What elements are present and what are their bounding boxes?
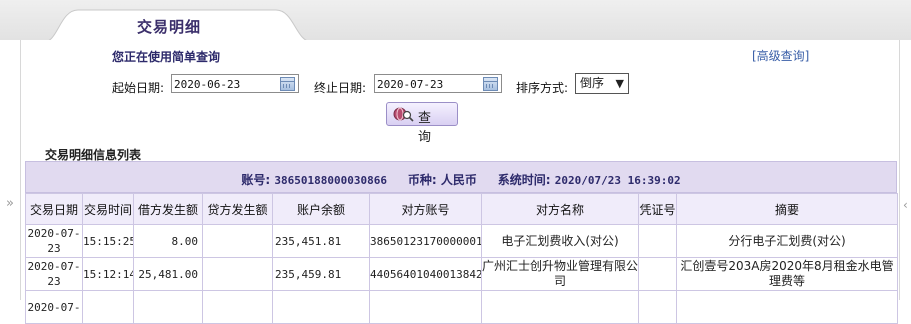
- col-header-voucher[interactable]: 凭证号: [638, 193, 677, 225]
- query-button[interactable]: 查 询: [386, 102, 458, 145]
- cell-date: 2020-07-23: [25, 224, 83, 258]
- col-header-summary[interactable]: 摘要: [676, 193, 898, 225]
- cell-debit: 8.00: [133, 224, 203, 258]
- expand-arrow-icon[interactable]: ‹: [903, 198, 908, 212]
- currency-label: 币种:: [407, 173, 437, 187]
- sort-select[interactable]: 倒序 ▼: [575, 73, 629, 94]
- start-date-value: 2020-06-23: [174, 78, 241, 91]
- systime-value: 2020/07/23 16:39:02: [554, 174, 681, 187]
- cell-summary: [676, 290, 898, 324]
- cell-credit: [202, 224, 273, 258]
- cell-counter-account: 44056401040013842: [369, 257, 482, 291]
- transaction-table: 交易日期 交易时间 借方发生额 贷方发生额 账户余额 对方账号 对方名称 凭证号…: [25, 193, 898, 324]
- end-date-value: 2020-07-23: [377, 78, 444, 91]
- calendar-icon[interactable]: [280, 77, 295, 91]
- tab-label: 交易明细: [136, 18, 201, 36]
- cell-counter-account: [369, 290, 482, 324]
- account-value: 38650188000030866: [274, 174, 387, 187]
- sort-value: 倒序: [580, 76, 605, 90]
- cell-counter-name: [481, 290, 639, 324]
- collapse-arrow-icon[interactable]: »: [6, 196, 14, 211]
- cell-debit: 25,481.00: [133, 257, 203, 291]
- start-date-label: 起始日期:: [112, 81, 165, 95]
- col-header-debit[interactable]: 借方发生额: [133, 193, 203, 225]
- simple-query-notice: 您正在使用简单查询: [112, 50, 221, 64]
- account-info-text: 账号: 38650188000030866 币种: 人民币 系统时间: 2020…: [26, 171, 896, 188]
- table-row[interactable]: 2020-07-23 15:12:14 25,481.00 235,459.81…: [25, 257, 898, 291]
- cell-voucher: [638, 257, 677, 291]
- cell-counter-name: 广州汇士创升物业管理有限公司: [481, 257, 639, 291]
- cell-debit: [133, 290, 203, 324]
- cell-credit: [202, 257, 273, 291]
- account-info-bar: 账号: 38650188000030866 币种: 人民币 系统时间: 2020…: [25, 161, 897, 193]
- end-date-input[interactable]: 2020-07-23: [374, 74, 502, 93]
- end-date-label: 终止日期:: [314, 81, 367, 95]
- cell-counter-account: 38650123170000001: [369, 224, 482, 258]
- start-date-input[interactable]: 2020-06-23: [171, 74, 299, 93]
- col-header-counter-name[interactable]: 对方名称: [481, 193, 639, 225]
- currency-value: 人民币: [440, 173, 477, 187]
- col-header-balance[interactable]: 账户余额: [272, 193, 370, 225]
- cell-time: [82, 290, 134, 324]
- cell-date: 2020-07-23: [25, 257, 83, 291]
- cell-summary: 分行电子汇划费(对公): [676, 224, 898, 258]
- cell-voucher: [638, 224, 677, 258]
- table-header-row: 交易日期 交易时间 借方发生额 贷方发生额 账户余额 对方账号 对方名称 凭证号…: [25, 193, 898, 225]
- cell-credit: [202, 290, 273, 324]
- cell-balance: 235,459.81: [272, 257, 370, 291]
- account-label: 账号:: [241, 173, 271, 187]
- cell-summary: 汇创壹号203A房2020年8月租金水电管理费等: [676, 257, 898, 291]
- col-header-time[interactable]: 交易时间: [82, 193, 134, 225]
- cell-date: 2020-07-: [25, 290, 83, 324]
- tab-transaction-detail[interactable]: 交易明细: [44, 8, 314, 42]
- cell-time: 15:12:14: [82, 257, 134, 291]
- col-header-credit[interactable]: 贷方发生额: [202, 193, 273, 225]
- col-header-date[interactable]: 交易日期: [25, 193, 83, 225]
- search-globe-icon: [393, 107, 414, 122]
- table-row[interactable]: 2020-07-23 15:15:25 8.00 235,451.81 3865…: [25, 224, 898, 258]
- table-row[interactable]: 2020-07-: [25, 290, 898, 324]
- col-header-counter-account[interactable]: 对方账号: [369, 193, 482, 225]
- advanced-query-link[interactable]: [高级查询]: [752, 47, 809, 64]
- chevron-down-icon: ▼: [615, 77, 624, 90]
- cell-balance: [272, 290, 370, 324]
- systime-label: 系统时间:: [497, 173, 551, 187]
- cell-time: 15:15:25: [82, 224, 134, 258]
- cell-balance: 235,451.81: [272, 224, 370, 258]
- cell-voucher: [638, 290, 677, 324]
- query-button-label: 查 询: [418, 111, 436, 145]
- cell-counter-name: 电子汇划费收入(对公): [481, 224, 639, 258]
- sort-label: 排序方式:: [516, 81, 569, 95]
- calendar-icon[interactable]: [483, 77, 498, 91]
